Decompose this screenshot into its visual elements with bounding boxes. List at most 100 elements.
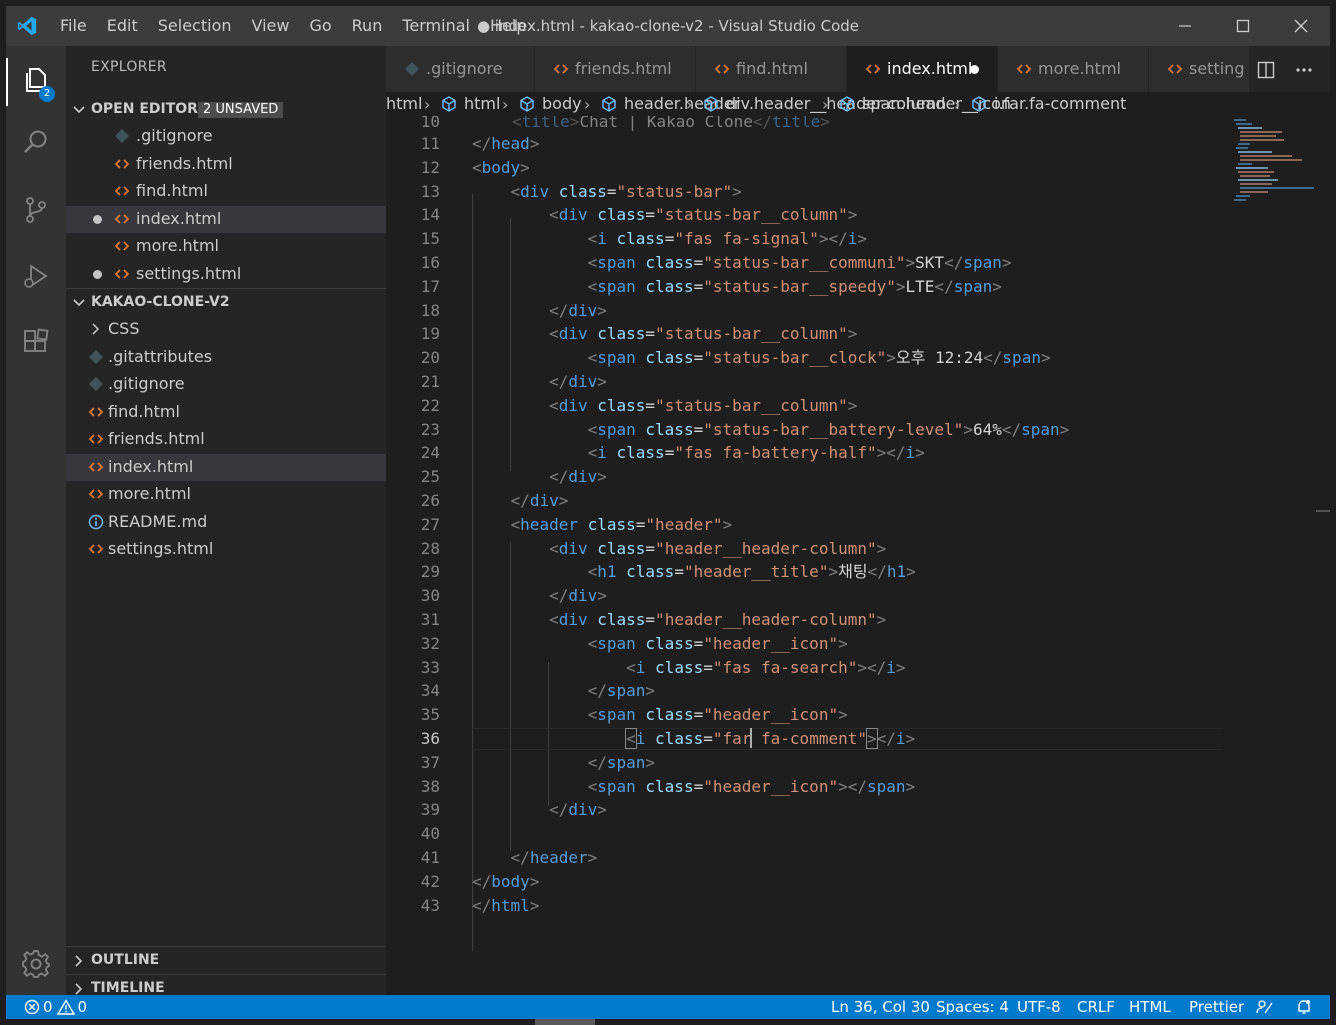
tab-index-html[interactable]: index.html <box>847 46 998 92</box>
vscode-window: File Edit Selection View Go Run Terminal Help ●… <box>6 6 1330 1019</box>
open-editor-item[interactable]: more.html <box>66 233 386 260</box>
status-bar: 0 0 Ln 36, Col 30 Spaces: 4 UTF-8 CRLF H… <box>6 995 1330 1019</box>
minimize-button[interactable] <box>1156 6 1214 46</box>
line-number: 23 <box>420 419 440 439</box>
chevron-right-icon: › <box>584 95 591 114</box>
unsaved-dot <box>93 269 102 279</box>
open-editor-item[interactable]: find.html <box>66 178 386 205</box>
formatter[interactable]: Prettier <box>1189 998 1244 1016</box>
menu-file[interactable]: File <box>50 6 97 46</box>
source-control-button[interactable] <box>6 180 66 240</box>
file-item[interactable]: README.md <box>66 509 386 536</box>
indentation[interactable]: Spaces: 4 <box>936 998 1009 1016</box>
line-number: 28 <box>420 538 440 558</box>
chevron-right-icon: › <box>686 95 693 114</box>
html-icon <box>88 489 104 499</box>
explorer-sidebar: EXPLORER OPEN EDITORS 2 UNSAVED .gitigno… <box>66 46 386 996</box>
split-editor-button[interactable] <box>1252 56 1280 84</box>
open-editors-header[interactable]: OPEN EDITORS 2 UNSAVED <box>66 96 386 123</box>
outline-header[interactable]: OUTLINE <box>66 947 386 974</box>
line-number: 17 <box>420 276 440 296</box>
code-line: <body> <box>472 157 530 177</box>
symbol-element-icon <box>704 95 718 112</box>
feedback-button[interactable] <box>1256 999 1274 1019</box>
file-item[interactable]: .gitattributes <box>66 344 386 371</box>
open-editor-item[interactable]: friends.html <box>66 151 386 178</box>
file-item[interactable]: friends.html <box>66 426 386 453</box>
line-number: 21 <box>420 372 440 391</box>
code-line: <span class="header__icon"> <box>587 633 848 653</box>
minimap[interactable] <box>1232 116 1322 206</box>
breadcrumb: html › html › body › header.header › div.header_… <box>386 92 1330 116</box>
maximize-icon <box>1236 19 1250 33</box>
search-view-button[interactable] <box>6 112 66 172</box>
extensions-button[interactable] <box>6 312 66 372</box>
open-editor-name: more.html <box>136 236 219 255</box>
extensions-icon <box>24 328 49 352</box>
code-line: </span> <box>587 681 656 701</box>
breadcrumb-item[interactable]: html <box>386 94 422 113</box>
end-of-line[interactable]: CRLF <box>1077 998 1115 1016</box>
open-editor-item[interactable]: .gitignore <box>66 123 386 150</box>
breadcrumb-label: html <box>386 94 423 113</box>
tab-friends-html[interactable]: friends.html <box>535 46 696 92</box>
encoding[interactable]: UTF-8 <box>1017 998 1061 1016</box>
run-debug-button[interactable] <box>6 246 66 306</box>
line-number: 13 <box>420 181 440 201</box>
tab-label: find.html <box>736 59 808 78</box>
symbol-element-icon <box>520 95 534 112</box>
code-line: <span class="status-bar__communi">SKT</s… <box>587 253 1012 272</box>
line-number: 38 <box>420 776 440 796</box>
problems-indicator[interactable]: 0 0 <box>24 998 87 1016</box>
menu-terminal[interactable]: Terminal <box>392 6 480 46</box>
code-line: <div class="status-bar__column"> <box>549 324 858 344</box>
html-icon <box>865 64 881 74</box>
explorer-title: EXPLORER <box>91 59 167 75</box>
menu-edit[interactable]: Edit <box>97 6 148 46</box>
file-item[interactable]: settings.html <box>66 536 386 563</box>
breadcrumb-item[interactable]: body <box>518 94 582 113</box>
notifications-button[interactable] <box>1296 998 1312 1019</box>
breadcrumb-item[interactable]: html <box>440 94 500 113</box>
open-editor-item[interactable]: settings.html <box>66 261 386 288</box>
file-item[interactable]: find.html <box>66 399 386 426</box>
breadcrumb-item[interactable]: i.far.fa-comment <box>970 94 1126 113</box>
folder-item[interactable]: CSS <box>66 316 386 343</box>
ellipsis-icon <box>1296 68 1312 72</box>
manage-button[interactable] <box>6 934 66 994</box>
file-item[interactable]: index.html <box>66 453 386 481</box>
tab--gitignore[interactable]: .gitignore <box>386 46 535 92</box>
explorer-button[interactable]: 2 <box>6 50 66 110</box>
error-count: 0 <box>43 998 53 1016</box>
project-header[interactable]: KAKAO-CLONE-V2 <box>66 289 386 316</box>
code-line: <span class="status-bar__speedy">LTE</sp… <box>587 276 1002 296</box>
language-mode[interactable]: HTML <box>1129 998 1171 1016</box>
menu-selection[interactable]: Selection <box>148 6 242 46</box>
open-editor-item[interactable]: index.html <box>66 205 386 233</box>
file-name: .gitattributes <box>108 346 213 366</box>
menu-run[interactable]: Run <box>342 6 393 46</box>
open-editor-name: .gitignore <box>136 126 213 145</box>
tab-more-html[interactable]: more.html <box>998 46 1149 92</box>
close-button[interactable] <box>1272 6 1330 46</box>
tab-find-html[interactable]: find.html <box>696 46 847 92</box>
more-actions-button[interactable] <box>1290 56 1318 84</box>
file-item[interactable]: more.html <box>66 481 386 508</box>
tab-setting[interactable]: setting <box>1149 46 1250 92</box>
cursor-position[interactable]: Ln 36, Col 30 <box>831 998 930 1016</box>
code-line: <div class="status-bar"> <box>510 181 742 201</box>
symbol-element-icon <box>972 95 986 112</box>
menu-go[interactable]: Go <box>299 6 341 46</box>
line-number: 24 <box>420 443 440 463</box>
code-editor[interactable]: 10 <title>Chat | Kakao Clone</title> 11 </h… <box>386 116 1330 995</box>
line-number: 32 <box>420 633 440 653</box>
menu-help[interactable]: Help <box>480 6 536 46</box>
editor-scrollbar[interactable] <box>1316 116 1330 995</box>
line-number: 39 <box>420 800 440 820</box>
git-icon <box>115 129 129 143</box>
file-item[interactable]: .gitignore <box>66 371 386 398</box>
symbol-element-icon <box>840 95 854 112</box>
maximize-button[interactable] <box>1214 6 1272 46</box>
line-number: 27 <box>420 514 440 534</box>
menu-view[interactable]: View <box>242 6 300 46</box>
